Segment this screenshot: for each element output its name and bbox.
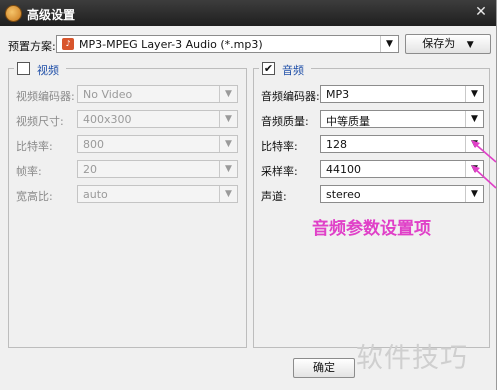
video-bitrate-label: 比特率: (16, 140, 53, 153)
video-bitrate-select[interactable]: 800 ▼ (77, 135, 238, 153)
close-button[interactable]: ✕ (471, 3, 491, 21)
audio-quality-select[interactable]: 中等质量 ▼ (320, 110, 484, 128)
chevron-down-icon: ▼ (466, 40, 474, 50)
mp3-file-icon: ♪ (62, 38, 74, 50)
chevron-down-icon: ▼ (219, 86, 237, 102)
annotation-text: 音频参数设置项 (312, 219, 431, 239)
video-bitrate-value: 800 (83, 138, 104, 151)
video-aspect-label: 宽高比: (16, 190, 53, 203)
video-aspect-value: auto (83, 188, 108, 201)
chevron-down-icon: ▼ (219, 161, 237, 177)
preset-label: 预置方案: (8, 40, 56, 53)
video-size-label: 视频尺寸: (16, 115, 64, 128)
save-as-button[interactable]: 保存为 ▼ (405, 34, 491, 54)
chevron-down-icon: ▼ (465, 161, 483, 177)
audio-codec-label: 音频编码器: (261, 90, 320, 103)
chevron-down-icon: ▼ (219, 136, 237, 152)
video-framerate-select[interactable]: 20 ▼ (77, 160, 238, 178)
video-codec-select[interactable]: No Video ▼ (77, 85, 238, 103)
save-as-label: 保存为 (422, 37, 456, 50)
ok-button[interactable]: 确定 (293, 358, 355, 378)
chevron-down-icon: ▼ (465, 136, 483, 152)
video-size-value: 400x300 (83, 113, 132, 126)
video-framerate-value: 20 (83, 163, 97, 176)
audio-channels-select[interactable]: stereo ▼ (320, 185, 484, 203)
preset-select[interactable]: ♪ MP3-MPEG Layer-3 Audio (*.mp3) ▼ (56, 35, 399, 53)
video-framerate-label: 帧率: (16, 165, 42, 178)
audio-samplerate-value: 44100 (326, 163, 361, 176)
audio-quality-value: 中等质量 (326, 115, 370, 128)
advanced-settings-window: 高级设置 ✕ 预置方案: ♪ MP3-MPEG Layer-3 Audio (*… (0, 0, 497, 390)
video-aspect-select[interactable]: auto ▼ (77, 185, 238, 203)
audio-channels-label: 声道: (261, 190, 287, 203)
title-bar: 高级设置 ✕ (0, 0, 496, 26)
audio-bitrate-value: 128 (326, 138, 347, 151)
video-group-label: 视频 (37, 64, 59, 77)
video-enable-checkbox[interactable] (17, 62, 30, 75)
preset-value: MP3-MPEG Layer-3 Audio (*.mp3) (79, 38, 263, 51)
audio-samplerate-label: 采样率: (261, 165, 298, 178)
window-title: 高级设置 (27, 8, 76, 22)
video-size-select[interactable]: 400x300 ▼ (77, 110, 238, 128)
chevron-down-icon: ▼ (465, 86, 483, 102)
chevron-down-icon: ▼ (219, 111, 237, 127)
video-codec-label: 视频编码器: (16, 90, 75, 103)
audio-codec-select[interactable]: MP3 ▼ (320, 85, 484, 103)
audio-enable-checkbox[interactable]: ✔ (262, 62, 275, 75)
chevron-down-icon: ▼ (219, 186, 237, 202)
watermark-text: 软件技巧 (356, 343, 468, 374)
chevron-down-icon: ▼ (465, 111, 483, 127)
audio-bitrate-label: 比特率: (261, 140, 298, 153)
audio-bitrate-select[interactable]: 128 ▼ (320, 135, 484, 153)
audio-quality-label: 音频质量: (261, 115, 309, 128)
app-logo-icon (5, 5, 22, 22)
chevron-down-icon[interactable]: ▼ (380, 36, 398, 52)
audio-group-label: 音频 (282, 64, 304, 77)
chevron-down-icon: ▼ (465, 186, 483, 202)
audio-samplerate-select[interactable]: 44100 ▼ (320, 160, 484, 178)
video-codec-value: No Video (83, 88, 133, 101)
audio-channels-value: stereo (326, 188, 361, 201)
audio-codec-value: MP3 (326, 88, 350, 101)
